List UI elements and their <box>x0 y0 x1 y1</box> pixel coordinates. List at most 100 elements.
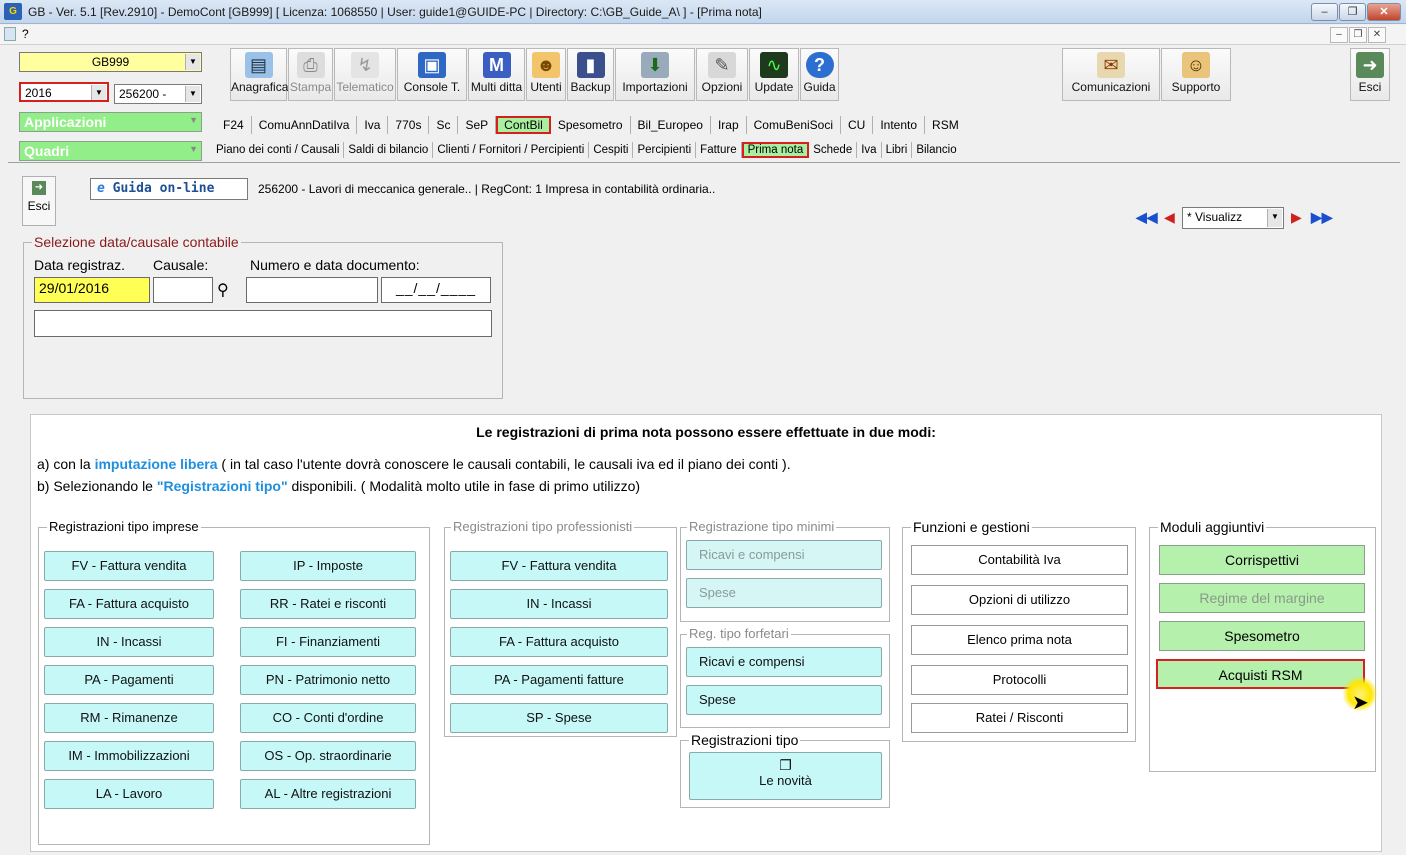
pn-patrimonio-netto-button[interactable]: PN - Patrimonio netto <box>240 665 416 695</box>
menu-contbil[interactable]: ContBil <box>496 116 551 134</box>
menu-intento[interactable]: Intento <box>873 116 926 134</box>
minimize-button[interactable]: – <box>1311 3 1338 21</box>
mdi-close-button[interactable]: ✕ <box>1368 27 1386 43</box>
supporto-button[interactable]: ☺ Supporto <box>1161 48 1231 101</box>
update-button[interactable]: ∿ Update <box>749 48 799 101</box>
importazioni-button[interactable]: ⬇ Importazioni <box>615 48 695 101</box>
backup-button[interactable]: ▮ Backup <box>567 48 614 101</box>
menu-piano-conti[interactable]: Piano dei conti / Causali <box>212 142 345 158</box>
menu-iva-quadri[interactable]: Iva <box>857 142 882 158</box>
mdi-restore-button[interactable]: ❐ <box>1349 27 1367 43</box>
esci-button[interactable]: ➜ Esci <box>22 176 56 226</box>
rm-rimanenze-button[interactable]: RM - Rimanenze <box>44 703 214 733</box>
menu-schede[interactable]: Schede <box>809 142 858 158</box>
prof-sp-spese-button[interactable]: SP - Spese <box>450 703 668 733</box>
menu-clienti-fornitori[interactable]: Clienti / Fornitori / Percipienti <box>433 142 590 158</box>
prof-fv-fattura-vendita-button[interactable]: FV - Fattura vendita <box>450 551 668 581</box>
registrazioni-tipo-link[interactable]: "Registrazioni tipo" <box>157 478 288 494</box>
al-altre-registrazioni-button[interactable]: AL - Altre registrazioni <box>240 779 416 809</box>
esci-toolbar-button[interactable]: ➜ Esci <box>1350 48 1390 101</box>
im-immobilizzazioni-button[interactable]: IM - Immobilizzazioni <box>44 741 214 771</box>
acquisti-rsm-button[interactable]: Acquisti RSM <box>1156 659 1365 689</box>
multi-ditta-button[interactable]: M Multi ditta <box>468 48 525 101</box>
maximize-button[interactable]: ❐ <box>1339 3 1366 21</box>
spesometro-button[interactable]: Spesometro <box>1159 621 1365 651</box>
ratei-risconti-button[interactable]: Ratei / Risconti <box>911 703 1128 733</box>
anagrafica-button[interactable]: ▤ Anagrafica <box>230 48 288 101</box>
comunicazioni-button[interactable]: ✉ Comunicazioni <box>1062 48 1160 101</box>
help-menu[interactable]: ? <box>22 27 29 41</box>
menu-libri[interactable]: Libri <box>882 142 913 158</box>
utenti-button[interactable]: ☻ Utenti <box>526 48 566 101</box>
menu-irap[interactable]: Irap <box>711 116 747 134</box>
applicazioni-select[interactable]: Applicazioni ▼ <box>19 112 202 132</box>
menu-fatture[interactable]: Fatture <box>696 142 742 158</box>
menu-bil-europeo[interactable]: Bil_Europeo <box>631 116 711 134</box>
regime-margine-button[interactable]: Regime del margine <box>1159 583 1365 613</box>
guida-online-button[interactable]: e Guida on-line <box>90 178 248 200</box>
last-record-icon[interactable]: ▶▶ <box>1311 209 1333 226</box>
imputazione-libera-link[interactable]: imputazione libera <box>95 456 218 472</box>
company-select[interactable]: GB999 ▼ <box>19 52 202 72</box>
prev-record-icon[interactable]: ◀ <box>1164 209 1175 226</box>
in-incassi-button[interactable]: IN - Incassi <box>44 627 214 657</box>
doc-date-input[interactable]: __/__/____ <box>381 277 491 303</box>
fi-finanziamenti-button[interactable]: FI - Finanziamenti <box>240 627 416 657</box>
menu-comubenisoci[interactable]: ComuBeniSoci <box>747 116 841 134</box>
elenco-prima-nota-button[interactable]: Elenco prima nota <box>911 625 1128 655</box>
menu-percipienti[interactable]: Percipienti <box>633 142 697 158</box>
quadri-select[interactable]: Quadri ▼ <box>19 141 202 161</box>
os-op-straordinarie-button[interactable]: OS - Op. straordinarie <box>240 741 416 771</box>
menu-cu[interactable]: CU <box>841 116 874 134</box>
code-select[interactable]: 256200 - ▼ <box>114 84 202 104</box>
forfetari-spese-button[interactable]: Spese <box>686 685 882 715</box>
description-input[interactable] <box>34 310 492 337</box>
menu-spesometro[interactable]: Spesometro <box>551 116 631 134</box>
doc-number-input[interactable] <box>246 277 378 303</box>
pa-pagamenti-button[interactable]: PA - Pagamenti <box>44 665 214 695</box>
menu-770s[interactable]: 770s <box>388 116 430 134</box>
search-icon[interactable]: ⚲ <box>217 280 229 300</box>
causale-input[interactable] <box>153 277 213 303</box>
contabilita-iva-button[interactable]: Contabilità Iva <box>911 545 1128 575</box>
co-conti-ordine-button[interactable]: CO - Conti d'ordine <box>240 703 416 733</box>
minimi-ricavi-button[interactable]: Ricavi e compensi <box>686 540 882 570</box>
corrispettivi-button[interactable]: Corrispettivi <box>1159 545 1365 575</box>
menu-saldi-bilancio[interactable]: Saldi di bilancio <box>344 142 434 158</box>
la-lavoro-button[interactable]: LA - Lavoro <box>44 779 214 809</box>
stampa-button[interactable]: ⎙ Stampa <box>288 48 333 101</box>
console-button[interactable]: ▣ Console T. <box>397 48 467 101</box>
windows-icon: ❐ <box>779 757 792 773</box>
forfetari-ricavi-button[interactable]: Ricavi e compensi <box>686 647 882 677</box>
menu-prima-nota[interactable]: Prima nota <box>741 142 810 158</box>
menu-cespiti[interactable]: Cespiti <box>589 142 634 158</box>
protocolli-button[interactable]: Protocolli <box>911 665 1128 695</box>
telematico-button[interactable]: ↯ Telematico <box>334 48 396 101</box>
minimi-spese-button[interactable]: Spese <box>686 578 882 608</box>
menu-rsm[interactable]: RSM <box>925 116 966 134</box>
menu-iva[interactable]: Iva <box>357 116 389 134</box>
year-select[interactable]: 2016 ▼ <box>19 82 109 102</box>
first-record-icon[interactable]: ◀◀ <box>1136 209 1158 226</box>
prof-pa-pagamenti-fatture-button[interactable]: PA - Pagamenti fatture <box>450 665 668 695</box>
menu-comuanndatiiva[interactable]: ComuAnnDatiIva <box>252 116 358 134</box>
fa-fattura-acquisto-button[interactable]: FA - Fattura acquisto <box>44 589 214 619</box>
opzioni-button[interactable]: ✎ Opzioni <box>696 48 748 101</box>
menu-sep[interactable]: SeP <box>458 116 497 134</box>
prof-fa-fattura-acquisto-button[interactable]: FA - Fattura acquisto <box>450 627 668 657</box>
nav-select[interactable]: * Visualizz ▼ <box>1182 207 1284 229</box>
le-novita-button[interactable]: ❐ Le novità <box>689 752 882 800</box>
close-button[interactable]: ✕ <box>1367 3 1401 21</box>
guida-button[interactable]: ? Guida <box>800 48 839 101</box>
fv-fattura-vendita-button[interactable]: FV - Fattura vendita <box>44 551 214 581</box>
menu-f24[interactable]: F24 <box>216 116 252 134</box>
ip-imposte-button[interactable]: IP - Imposte <box>240 551 416 581</box>
menu-sc[interactable]: Sc <box>429 116 459 134</box>
menu-bilancio[interactable]: Bilancio <box>912 142 960 158</box>
rr-ratei-risconti-button[interactable]: RR - Ratei e risconti <box>240 589 416 619</box>
next-record-icon[interactable]: ▶ <box>1291 209 1302 226</box>
prof-in-incassi-button[interactable]: IN - Incassi <box>450 589 668 619</box>
date-input[interactable]: 29/01/2016 <box>34 277 150 303</box>
mdi-minimize-button[interactable]: – <box>1330 27 1348 43</box>
opzioni-utilizzo-button[interactable]: Opzioni di utilizzo <box>911 585 1128 615</box>
